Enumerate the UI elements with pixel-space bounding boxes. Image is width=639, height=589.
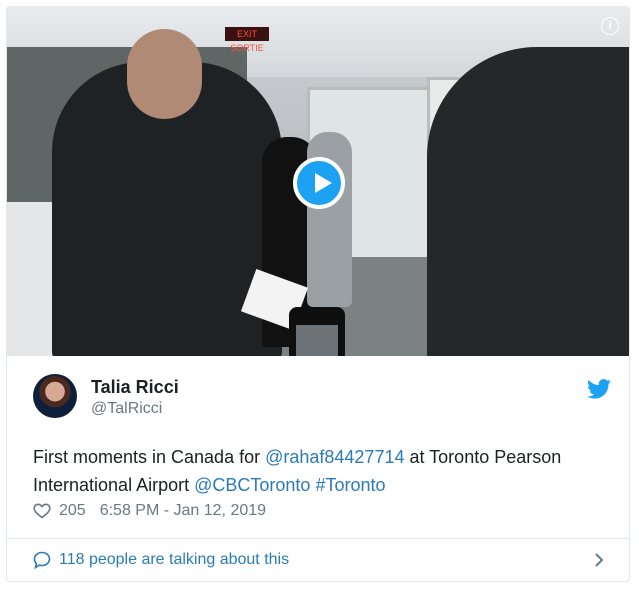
play-icon[interactable] bbox=[293, 157, 345, 209]
mention-link[interactable]: @CBCToronto bbox=[194, 475, 310, 495]
info-icon[interactable]: i bbox=[601, 17, 619, 35]
tweet-text: First moments in Canada for @rahaf844277… bbox=[33, 443, 593, 499]
video-thumbnail[interactable]: EXIT SORTIE i bbox=[7, 7, 629, 356]
talking-about-label: 118 people are talking about this bbox=[59, 551, 290, 568]
like-count[interactable]: 205 bbox=[59, 502, 86, 520]
divider bbox=[7, 538, 629, 539]
speech-bubble-icon bbox=[33, 551, 51, 569]
tweet-text-part: First moments in Canada for bbox=[33, 447, 266, 467]
twitter-bird-icon[interactable] bbox=[587, 379, 611, 399]
author-name[interactable]: Talia Ricci bbox=[91, 377, 179, 398]
heart-icon[interactable] bbox=[33, 503, 51, 519]
hashtag-link[interactable]: #Toronto bbox=[315, 475, 385, 495]
mention-link[interactable]: @rahaf84427714 bbox=[265, 447, 404, 467]
avatar[interactable] bbox=[33, 374, 77, 418]
tweet-author[interactable]: Talia Ricci @TalRicci bbox=[31, 373, 611, 423]
talking-about-link[interactable]: 118 people are talking about this bbox=[33, 547, 605, 573]
person-right bbox=[427, 47, 629, 356]
person-left-head bbox=[127, 29, 202, 119]
timestamp[interactable]: 6:58 PM - Jan 12, 2019 bbox=[100, 502, 266, 520]
phone-screen bbox=[296, 325, 338, 356]
tweet-meta: 205 6:58 PM - Jan 12, 2019 bbox=[33, 499, 266, 523]
chevron-right-icon[interactable] bbox=[593, 551, 605, 569]
exit-sign: EXIT SORTIE bbox=[225, 27, 269, 53]
tweet-card: EXIT SORTIE i Talia Ricci @TalRicci Firs… bbox=[6, 6, 630, 582]
author-handle[interactable]: @TalRicci bbox=[91, 400, 162, 418]
